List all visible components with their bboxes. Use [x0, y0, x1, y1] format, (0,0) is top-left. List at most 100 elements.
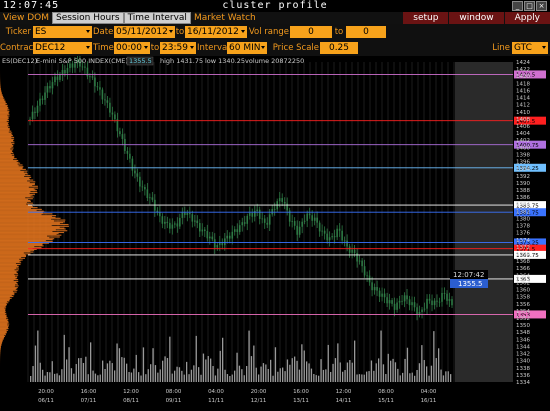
candle-body — [91, 76, 94, 78]
candle-body — [448, 299, 451, 301]
volume-bar — [310, 368, 313, 382]
time-label: Time — [93, 43, 114, 53]
ticker-select[interactable]: ES — [33, 26, 92, 38]
candle-body — [433, 300, 436, 306]
tab-view-dom[interactable]: View DOM — [0, 12, 52, 24]
volume-bar — [426, 366, 428, 382]
candle-body — [66, 68, 69, 74]
high-text: high 1431.75 — [160, 57, 203, 65]
time-tick-label: 04:00 — [208, 389, 224, 395]
volume-bar — [409, 373, 411, 382]
price-tick-label: 1334 — [516, 380, 530, 386]
chevron-down-icon — [542, 46, 546, 49]
candle-body — [271, 208, 274, 215]
candle-body — [34, 111, 36, 113]
volume-bar — [54, 373, 56, 382]
restore-icon[interactable]: □ — [524, 1, 535, 11]
candle-body — [126, 150, 129, 154]
candle-body — [243, 222, 246, 224]
contract-value: DEC12 — [35, 43, 66, 53]
volume-bar — [385, 374, 387, 382]
volume-bar — [265, 364, 267, 382]
price-tick-label: 1380 — [516, 216, 530, 222]
volume-bar — [414, 375, 416, 382]
candle-body — [256, 209, 259, 211]
chevron-down-icon — [144, 46, 148, 49]
setup-button[interactable]: setup — [403, 12, 449, 24]
parameter-panel: Ticker ES Date 05/11/2012 to 16/11/2012 … — [0, 24, 550, 56]
price-tick-label: 1410 — [516, 110, 530, 116]
tab-market-watch[interactable]: Market Watch — [191, 12, 259, 24]
volume-bar — [123, 357, 125, 382]
date-tick-label: 13/11 — [293, 398, 309, 404]
volume-bar — [392, 358, 394, 382]
tab-session-hours[interactable]: Session Hours — [52, 12, 124, 24]
volume-bar — [378, 358, 380, 382]
price-tick-label: 1386 — [516, 195, 530, 201]
price-tick-label: 1388 — [516, 188, 530, 194]
volume-bar — [354, 340, 356, 382]
minimize-icon[interactable]: _ — [512, 1, 523, 11]
candle-body — [81, 66, 84, 68]
window-button[interactable]: window — [449, 12, 504, 24]
candle-body — [371, 282, 373, 291]
candle-body — [169, 222, 171, 229]
time-from-select[interactable]: 00:00 — [114, 42, 150, 54]
candle-body — [436, 300, 438, 302]
volume-bar — [138, 372, 140, 382]
price-tick-label: 1402 — [516, 138, 530, 144]
candle-body — [216, 245, 219, 248]
candle-body — [311, 215, 313, 221]
volume-bar — [330, 371, 332, 382]
time-tick-label: 04:00 — [421, 389, 437, 395]
volume-bar — [162, 360, 164, 382]
date-from-field[interactable]: 05/11/2012 — [114, 26, 175, 38]
candle-body — [266, 222, 269, 225]
candle-body — [246, 215, 249, 224]
chart-area[interactable]: 1420.5 1407.5 1400.75 1394.25 1383.75 1381.75… — [0, 54, 550, 411]
cluster-profile-chart[interactable]: 1420.51407.51400.751394.251383.751381.75… — [0, 54, 550, 411]
date-tick-label: 15/11 — [378, 398, 394, 404]
candle-body — [306, 213, 308, 221]
time-tick-label: 16:00 — [81, 389, 97, 395]
line-label: Line — [492, 43, 510, 53]
tab-time-interval[interactable]: Time Interval — [123, 12, 191, 24]
volume-bar — [363, 374, 365, 382]
candle-body — [283, 201, 286, 204]
volume-bar — [66, 359, 68, 382]
candle-body — [328, 237, 331, 241]
volume-bar — [75, 364, 77, 382]
line-select[interactable]: GTC — [512, 42, 548, 54]
price-tick-label: 1370 — [516, 252, 530, 258]
candle-body — [348, 246, 351, 253]
interval-select[interactable]: 60 MIN — [227, 42, 267, 54]
candle-body — [61, 70, 64, 75]
date-to-field[interactable]: 16/11/2012 — [185, 26, 247, 38]
volume-bar — [296, 360, 298, 382]
candle-body — [198, 223, 201, 232]
volume-bar — [92, 370, 94, 382]
volume-bar — [34, 345, 37, 382]
apply-button[interactable]: Apply — [504, 12, 550, 24]
vol-range-label: Vol range — [248, 27, 289, 37]
candle-body — [318, 222, 321, 232]
chevron-down-icon — [241, 30, 245, 33]
vol-from-input[interactable]: 0 — [290, 26, 332, 38]
cursor-price: 1355.5 — [458, 280, 483, 288]
volume-bar — [87, 374, 89, 382]
volume-bar — [258, 374, 260, 382]
candle-body — [316, 217, 318, 223]
price-scale-input[interactable]: 0.25 — [320, 42, 358, 54]
menu-actions: setup window Apply — [402, 12, 550, 24]
close-icon[interactable]: × — [536, 1, 547, 11]
candle-body — [421, 309, 423, 312]
candle-body — [54, 76, 56, 83]
volume-bar — [366, 371, 368, 382]
vol-to-input[interactable]: 0 — [346, 26, 386, 38]
time-tick-label: 20:00 — [38, 389, 54, 395]
price-tick-label: 1418 — [516, 81, 530, 87]
volume-bar — [212, 366, 214, 382]
contract-select[interactable]: DEC12 — [33, 42, 92, 54]
price-tick-label: 1398 — [516, 152, 530, 158]
time-to-select[interactable]: 23:59 — [160, 42, 196, 54]
